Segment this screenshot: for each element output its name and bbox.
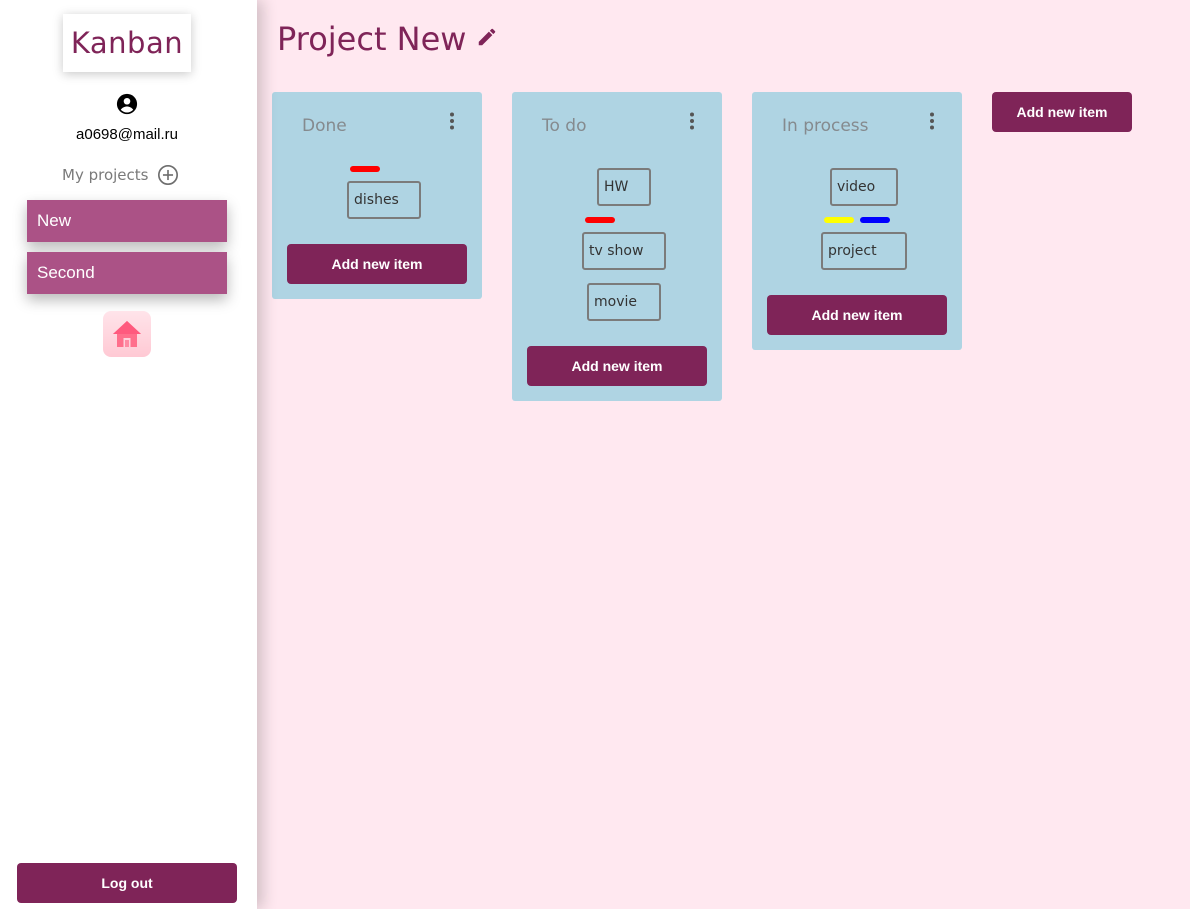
project-item-label: Second <box>37 263 95 282</box>
column-in-process: In process video project Add new item <box>752 92 962 350</box>
column-title: Done <box>302 116 347 136</box>
card-text: movie <box>594 294 637 310</box>
column-title: To do <box>542 116 587 136</box>
card[interactable]: dishes <box>347 181 421 219</box>
projects-label: My projects <box>62 166 149 184</box>
plus-circle-icon[interactable] <box>157 164 179 186</box>
account-circle-icon <box>116 93 138 115</box>
card-tag-blue <box>860 217 890 223</box>
card[interactable]: tv show <box>582 232 666 270</box>
project-item-second[interactable]: Second <box>27 252 227 294</box>
card[interactable]: movie <box>587 283 661 321</box>
page-title-area: Project New <box>277 17 498 61</box>
user-email: a0698@mail.ru <box>76 126 178 143</box>
home-icon <box>113 321 141 347</box>
page-title: Project New <box>277 20 467 58</box>
logout-button[interactable]: Log out <box>17 863 237 903</box>
card-text: tv show <box>589 243 644 259</box>
add-item-button[interactable]: Add new item <box>767 295 947 335</box>
more-vert-icon[interactable] <box>924 112 940 130</box>
card-tag-yellow <box>824 217 854 223</box>
column-todo: To do HW tv show movie Add new item <box>512 92 722 401</box>
column-done: Done dishes Add new item <box>272 92 482 299</box>
sidebar: Kanban a0698@mail.ru My projects New Sec… <box>0 0 257 909</box>
project-item-label: New <box>37 211 72 230</box>
add-item-button[interactable]: Add new item <box>287 244 467 284</box>
more-vert-icon[interactable] <box>684 112 700 130</box>
card[interactable]: HW <box>597 168 651 206</box>
card-tag-red <box>585 217 615 223</box>
card-text: dishes <box>354 192 399 208</box>
card-text: HW <box>604 179 629 195</box>
project-item-new[interactable]: New <box>27 200 227 242</box>
card-text: video <box>837 179 876 195</box>
card-text: project <box>828 243 877 259</box>
add-item-button[interactable]: Add new item <box>527 346 707 386</box>
app-logo: Kanban <box>63 14 191 72</box>
card-tag-red <box>350 166 380 172</box>
card[interactable]: video <box>830 168 898 206</box>
more-vert-icon[interactable] <box>444 112 460 130</box>
card[interactable]: project <box>821 232 907 270</box>
add-column-button[interactable]: Add new item <box>992 92 1132 132</box>
home-button[interactable] <box>103 311 151 357</box>
pencil-icon[interactable] <box>476 26 498 48</box>
column-title: In process <box>782 116 869 136</box>
projects-header: My projects <box>62 164 179 186</box>
